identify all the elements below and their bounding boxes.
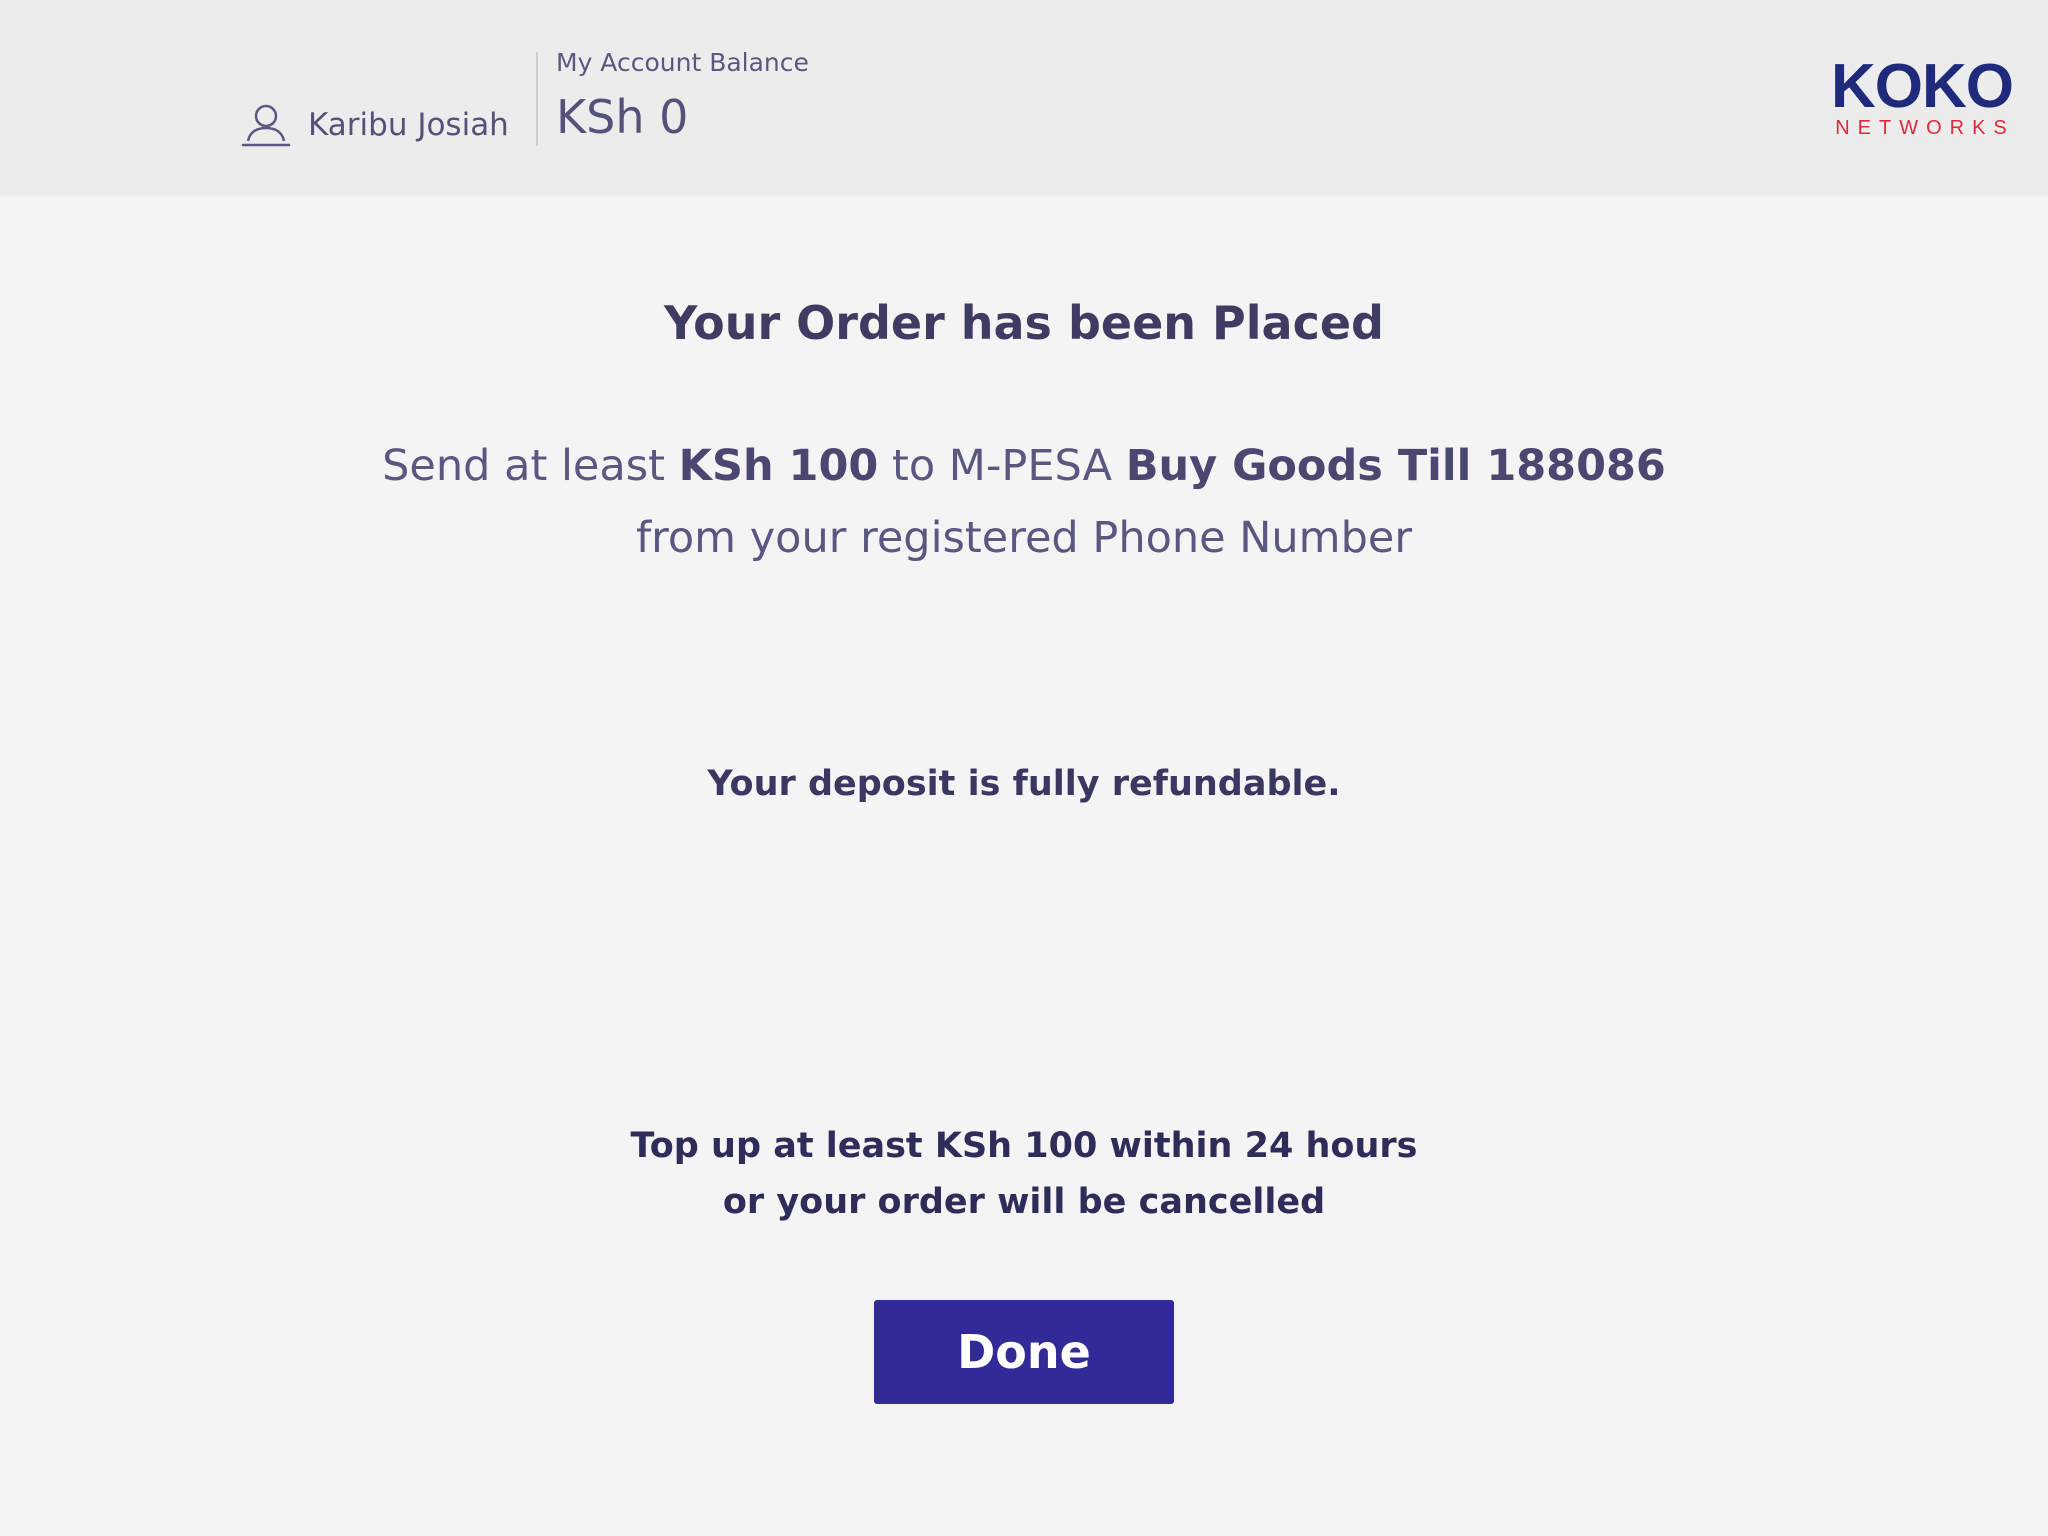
- warning-line-1: Top up at least KSh 100 within 24 hours: [630, 1126, 1418, 1166]
- koko-networks-logo: KOKO NETWORKS: [1822, 52, 2022, 142]
- warning-line-2: or your order will be cancelled: [722, 1182, 1326, 1222]
- instruction-till: Buy Goods Till 188086: [1125, 441, 1666, 491]
- payment-instruction: Send at least KSh 100 to M-PESA Buy Good…: [0, 430, 2048, 574]
- instruction-text-2: to M-PESA: [878, 441, 1126, 491]
- logo-sub-text: NETWORKS: [1835, 117, 2015, 139]
- top-bar: Karibu Josiah My Account Balance KSh 0 K…: [0, 0, 2048, 196]
- balance-label: My Account Balance: [556, 48, 809, 77]
- user-icon: [241, 104, 291, 147]
- instruction-text-1: Send at least: [382, 441, 679, 491]
- user-greeting: Karibu Josiah: [240, 100, 509, 150]
- refund-note: Your deposit is fully refundable.: [707, 764, 1341, 804]
- user-name: Karibu Josiah: [308, 107, 509, 143]
- instruction-amount: KSh 100: [678, 441, 879, 491]
- page-title: Your Order has been Placed: [664, 296, 1384, 350]
- balance-value: KSh 0: [556, 90, 689, 144]
- logo-main-text: KOKO: [1831, 52, 2014, 121]
- cancellation-warning: Top up at least KSh 100 within 24 hours …: [0, 1118, 2048, 1230]
- instruction-line-1: Send at least KSh 100 to M-PESA Buy Good…: [0, 430, 2048, 502]
- header-divider: [536, 52, 538, 146]
- instruction-line-2: from your registered Phone Number: [636, 513, 1412, 563]
- done-button[interactable]: Done: [874, 1300, 1174, 1404]
